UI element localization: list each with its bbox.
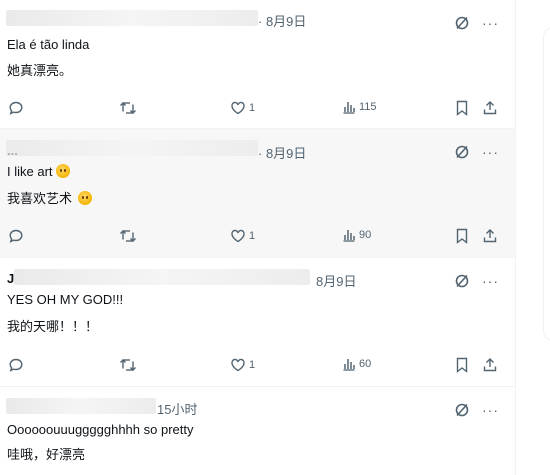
tweet-text-line: 我喜欢艺术 <box>7 191 93 207</box>
tweet-text-line: 她真漂亮。 <box>7 63 73 78</box>
sidebar-card <box>543 26 550 342</box>
reply-icon <box>8 100 24 116</box>
tweet-date[interactable]: 8月9日 <box>316 271 356 290</box>
tweet-date[interactable]: · 8月9日 <box>258 11 306 30</box>
views-icon <box>342 100 356 114</box>
like-button[interactable]: 1 <box>230 100 255 116</box>
tweet-text-line: YES OH MY GOD!!! <box>7 292 124 307</box>
repost-button[interactable] <box>119 100 137 116</box>
blurred-author-name <box>14 269 310 285</box>
share-button[interactable] <box>482 357 498 373</box>
tweet-text-line: Ela é tão linda <box>7 37 90 52</box>
repost-button[interactable] <box>119 228 137 244</box>
bookmark-icon <box>455 100 469 116</box>
more-icon[interactable]: ··· <box>482 145 499 159</box>
more-icon[interactable]: ··· <box>482 403 499 417</box>
tweet-text-line: Oooooouuuggggghhhh so pretty <box>7 422 194 437</box>
views-icon <box>342 357 356 371</box>
tweet-2[interactable]: ... · 8月9日 ··· I like art 我喜欢艺术 <box>0 129 515 258</box>
tweet-text: 我喜欢艺术 <box>7 191 73 206</box>
tweet-4[interactable]: 15小时 ··· Oooooouuuggggghhhh so pretty 哇哦… <box>0 387 515 475</box>
grok-icon[interactable] <box>454 15 470 31</box>
repost-button[interactable] <box>119 357 137 373</box>
tweet-text: I like art <box>7 164 53 179</box>
heart-icon <box>230 100 246 116</box>
like-count: 1 <box>249 230 256 242</box>
tweet-text-line: I like art <box>7 164 70 180</box>
view-count: 115 <box>359 101 377 113</box>
timeline-feed: · 8月9日 ··· Ela é tão linda 她真漂亮。 1 115 ·… <box>0 0 516 475</box>
blurred-author-name <box>6 10 258 26</box>
grok-icon[interactable] <box>454 402 470 418</box>
tweet-date[interactable]: 15小时 <box>157 399 197 418</box>
views-button[interactable]: 115 <box>342 100 377 114</box>
heart-icon <box>230 228 246 244</box>
tweet-3[interactable]: J 8月9日 ··· YES OH MY GOD!!! 我的天哪！！！ 1 60 <box>0 258 515 387</box>
tweet-text-line: 我的天哪！！！ <box>7 319 99 334</box>
views-button[interactable]: 90 <box>342 228 371 242</box>
pleading-face-emoji <box>78 191 93 205</box>
view-count: 90 <box>359 229 372 241</box>
reply-button[interactable] <box>8 357 24 373</box>
bookmark-button[interactable] <box>455 228 469 244</box>
tweet-actions: 1 60 <box>0 357 515 377</box>
tweet-text-line: 哇哦，好漂亮 <box>7 447 86 462</box>
tweet-1[interactable]: · 8月9日 ··· Ela é tão linda 她真漂亮。 1 115 <box>0 0 515 129</box>
more-icon[interactable]: ··· <box>482 16 499 30</box>
heart-icon <box>230 357 246 373</box>
pleading-face-emoji <box>55 164 70 178</box>
repost-icon <box>119 100 137 116</box>
tweet-date[interactable]: · 8月9日 <box>258 143 306 162</box>
share-icon <box>482 100 498 116</box>
views-button[interactable]: 60 <box>342 357 371 371</box>
more-icon[interactable]: ··· <box>482 274 499 288</box>
blurred-author-name <box>6 398 156 414</box>
bookmark-button[interactable] <box>455 100 469 116</box>
bookmark-icon <box>455 357 469 373</box>
grok-icon[interactable] <box>454 144 470 160</box>
like-button[interactable]: 1 <box>230 228 255 244</box>
share-button[interactable] <box>482 100 498 116</box>
like-count: 1 <box>249 359 256 371</box>
reply-button[interactable] <box>8 100 24 116</box>
bookmark-icon <box>455 228 469 244</box>
like-button[interactable]: 1 <box>230 357 255 373</box>
view-count: 60 <box>359 358 372 370</box>
repost-icon <box>119 357 137 373</box>
share-icon <box>482 357 498 373</box>
reply-icon <box>8 228 24 244</box>
like-count: 1 <box>249 102 256 114</box>
reply-icon <box>8 357 24 373</box>
tweet-actions: 1 115 <box>0 100 515 120</box>
tweet-actions: 1 90 <box>0 228 515 248</box>
blurred-author-name <box>6 140 258 156</box>
share-button[interactable] <box>482 228 498 244</box>
bookmark-button[interactable] <box>455 357 469 373</box>
repost-icon <box>119 228 137 244</box>
grok-icon[interactable] <box>454 273 470 289</box>
share-icon <box>482 228 498 244</box>
reply-button[interactable] <box>8 228 24 244</box>
views-icon <box>342 228 356 242</box>
